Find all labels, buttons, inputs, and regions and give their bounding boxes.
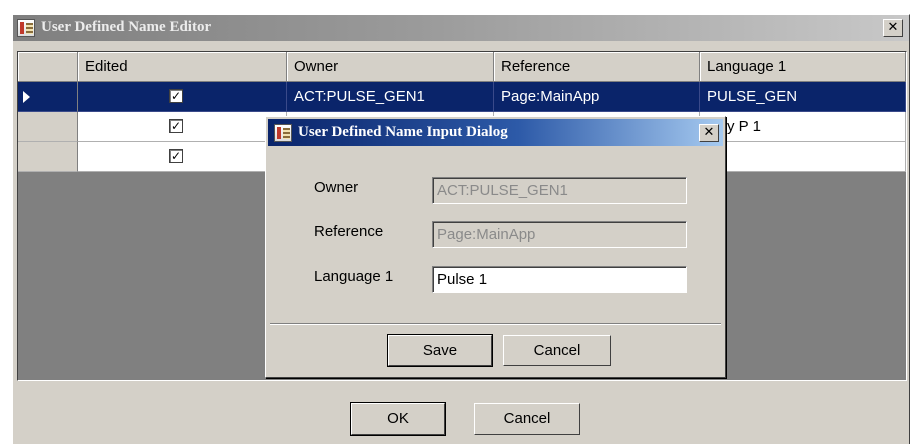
reference-cell[interactable]: Page:MainApp [494,82,700,112]
checkbox-checked-icon[interactable]: ✓ [169,149,183,163]
ok-button[interactable]: OK [350,402,446,436]
dialog-cancel-button[interactable]: Cancel [503,335,611,366]
language-1-cell[interactable]: play P 1 [700,112,906,142]
close-icon[interactable]: ✕ [883,19,903,37]
close-icon[interactable]: ✕ [699,124,719,142]
checkbox-checked-icon[interactable]: ✓ [169,119,183,133]
language-1-cell[interactable]: PULSE_GEN [700,82,906,112]
dialog-title-bar: User Defined Name Input Dialog ✕ [268,119,723,146]
reference-field: Page:MainApp [432,221,687,248]
grid-header-row: Edited Owner Reference Language 1 [18,52,906,82]
table-row[interactable]: ✓ ACT:PULSE_GEN1 Page:MainApp PULSE_GEN [18,82,906,112]
dialog-title: User Defined Name Input Dialog [298,124,508,140]
header-row-selector [18,52,78,82]
row-pointer-icon [23,91,30,103]
app-icon [17,19,35,37]
save-button[interactable]: Save [387,334,493,367]
reference-label: Reference [314,223,384,240]
owner-cell[interactable]: ACT:PULSE_GEN1 [287,82,494,112]
language-1-input[interactable]: Pulse 1 [432,266,687,293]
cancel-button[interactable]: Cancel [474,403,580,435]
edited-cell[interactable]: ✓ [78,142,287,172]
header-language-1[interactable]: Language 1 [700,52,906,82]
header-edited[interactable]: Edited [78,52,287,82]
title-bar: User Defined Name Editor ✕ [13,15,909,41]
app-icon [274,124,292,142]
edited-cell[interactable]: ✓ [78,112,287,142]
row-selector[interactable] [18,82,78,112]
row-selector[interactable] [18,112,78,142]
owner-field: ACT:PULSE_GEN1 [432,177,687,204]
language-1-label: Language 1 [314,268,394,285]
window-title: User Defined Name Editor [41,19,212,35]
owner-label: Owner [314,179,359,196]
language-1-cell[interactable]: 1 [700,142,906,172]
row-selector[interactable] [18,142,78,172]
dialog-divider [270,323,721,325]
checkbox-checked-icon[interactable]: ✓ [169,89,183,103]
header-reference[interactable]: Reference [494,52,700,82]
input-dialog: User Defined Name Input Dialog ✕ Owner A… [265,116,726,378]
edited-cell[interactable]: ✓ [78,82,287,112]
header-owner[interactable]: Owner [287,52,494,82]
